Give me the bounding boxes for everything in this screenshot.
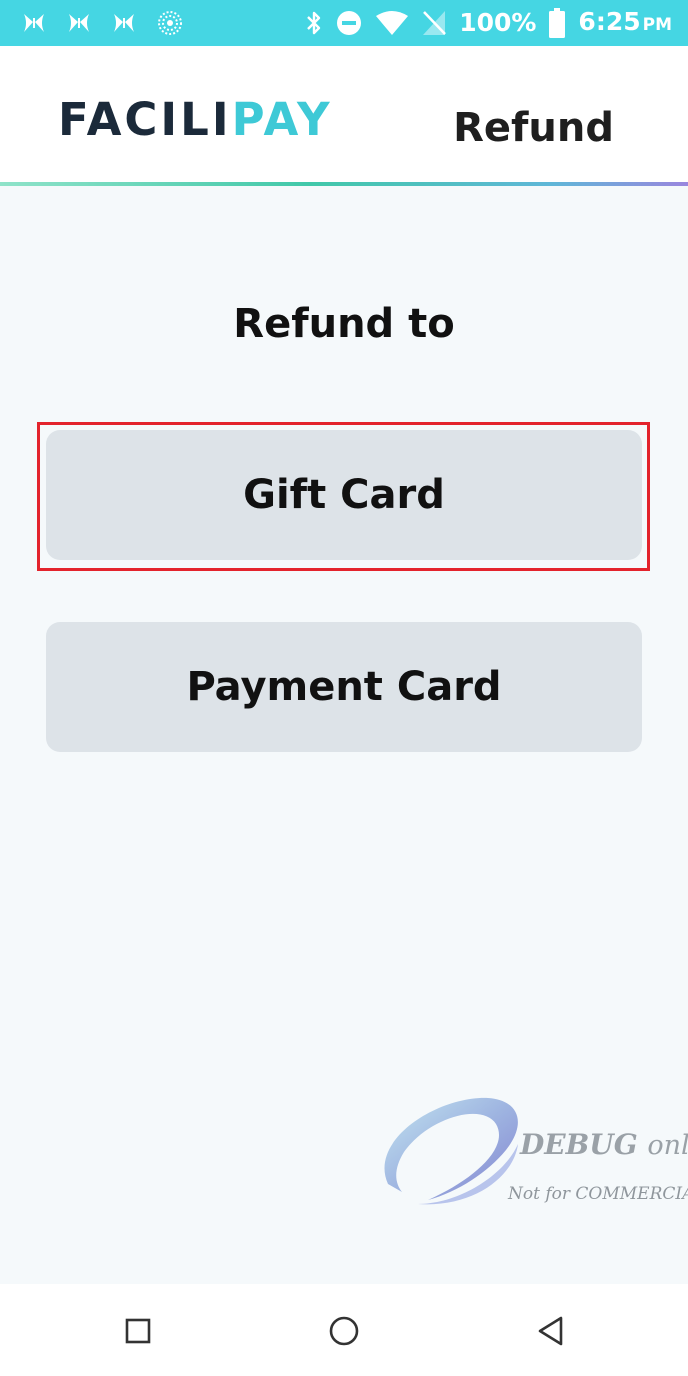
payment-card-button[interactable]: Payment Card xyxy=(46,622,642,752)
circle-icon xyxy=(329,1316,359,1346)
status-bar-right: 100% 6:25 PM xyxy=(305,6,672,40)
app-header: FACILIPAY Refund xyxy=(0,46,688,184)
back-triangle-icon xyxy=(538,1316,563,1346)
back-button[interactable] xyxy=(534,1314,568,1348)
system-nav-bar xyxy=(0,1284,688,1376)
square-icon xyxy=(125,1318,151,1344)
status-time: 6:25 PM xyxy=(578,5,672,42)
wifi-icon xyxy=(375,10,409,36)
facilipay-logo: FACILIPAY xyxy=(58,97,333,142)
battery-icon xyxy=(548,8,566,38)
battery-percent: 100% xyxy=(459,8,537,37)
logo-text-primary: FACILI xyxy=(58,93,232,146)
watermark-debug: DEBUG xyxy=(520,1128,638,1161)
logo-text-accent: PAY xyxy=(231,93,333,146)
bluetooth-icon xyxy=(305,9,323,37)
status-bar: 100% 6:25 PM xyxy=(0,0,688,46)
app-butterfly-icon xyxy=(22,12,46,34)
status-time-value: 6:25 xyxy=(578,6,641,36)
watermark-line1: DEBUG only xyxy=(520,1127,688,1164)
recent-apps-button[interactable] xyxy=(121,1314,155,1348)
refund-prompt: Refund to xyxy=(233,301,455,347)
app-butterfly-icon xyxy=(112,12,136,34)
payment-card-button-label: Payment Card xyxy=(186,664,502,710)
watermark-line2: Not for COMMERCIAL xyxy=(508,1184,688,1204)
home-button[interactable] xyxy=(327,1314,361,1348)
app-butterfly-icon xyxy=(67,12,91,34)
status-bar-left xyxy=(22,9,183,37)
circle-dots-icon xyxy=(157,10,183,36)
page-title: Refund xyxy=(453,105,614,151)
gift-card-button[interactable]: Gift Card xyxy=(46,430,642,560)
do-not-disturb-icon xyxy=(335,9,363,37)
watermark-only: only xyxy=(647,1130,688,1161)
status-time-suffix: PM xyxy=(642,14,672,35)
gift-card-button-label: Gift Card xyxy=(243,472,445,518)
header-divider xyxy=(0,182,688,186)
no-sim-icon xyxy=(421,9,447,37)
